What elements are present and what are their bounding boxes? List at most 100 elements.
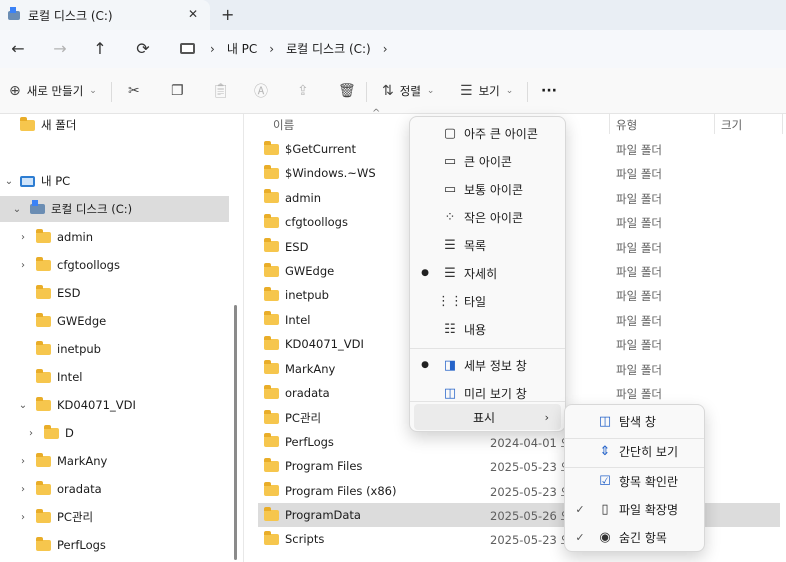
up-button[interactable]: ↑: [90, 39, 110, 59]
new-tab-button[interactable]: +: [221, 5, 234, 24]
sidebar-item-inetpub[interactable]: inetpub: [16, 336, 101, 362]
small-icons-icon: ⁘: [444, 209, 456, 225]
tab-title: 로컬 디스크 (C:): [28, 8, 113, 23]
show-submenu: ◫ 탐색 창 ⇕ 간단히 보기 ☑ 항목 확인란 ✓ ▯ 파일 확장명 ✓ ◉ …: [564, 404, 705, 552]
sidebar-item-kd04071-vdi[interactable]: ⌄ KD04071_VDI: [16, 392, 136, 418]
menu-item-tiles[interactable]: ⋮⋮ 타일: [414, 288, 561, 314]
folder-icon: [264, 311, 279, 326]
navigation-bar: ← → ↑ ⟳ › 내 PC › 로컬 디스크 (C:) ›: [0, 30, 786, 68]
chevron-right-icon[interactable]: ›: [16, 232, 30, 243]
chevron-right-icon[interactable]: ›: [16, 484, 30, 495]
rename-button[interactable]: Ⓐ: [254, 81, 268, 101]
menu-divider: [410, 401, 565, 402]
column-header-type[interactable]: 유형: [616, 114, 637, 136]
eye-icon: ◉: [599, 529, 611, 545]
chevron-right-icon[interactable]: ›: [16, 512, 30, 523]
menu-item-hidden-items[interactable]: ✓ ◉ 숨긴 항목: [569, 524, 700, 550]
sidebar-item-admin[interactable]: › admin: [16, 224, 93, 250]
forward-button[interactable]: →: [50, 39, 70, 59]
chevron-down-icon[interactable]: ⌄: [2, 176, 16, 187]
sort-icon: ⇅: [382, 83, 394, 99]
close-tab-icon[interactable]: ✕: [188, 7, 198, 21]
chevron-down-icon[interactable]: ⌄: [16, 400, 30, 411]
file-name: Program Files: [285, 459, 363, 474]
sort-button[interactable]: ⇅ 정렬 ⌄: [382, 81, 434, 101]
menu-item-large-icons[interactable]: ▭ 큰 아이콘: [414, 148, 561, 174]
menu-item-list[interactable]: ☰ 목록: [414, 232, 561, 258]
column-divider[interactable]: [782, 114, 783, 134]
folder-icon: [36, 228, 51, 243]
sidebar-item-d[interactable]: › D: [24, 420, 74, 446]
menu-item-preview-pane[interactable]: ◫ 미리 보기 창: [414, 380, 561, 406]
file-name: ProgramData: [285, 508, 361, 522]
breadcrumb-separator[interactable]: ›: [210, 42, 215, 56]
menu-item-details[interactable]: ● ☰ 자세히: [414, 260, 561, 286]
sidebar-item-label: MarkAny: [57, 454, 108, 468]
navigation-pane: 새 폴더 ⌄ 내 PC ⌄ 로컬 디스크 (C:) › admin › cfgtoo…: [0, 114, 244, 562]
menu-item-details-pane[interactable]: ● ◨ 세부 정보 창: [414, 352, 561, 378]
sort-ascending-icon: ^: [372, 108, 381, 119]
chevron-right-icon[interactable]: ›: [16, 456, 30, 467]
chevron-right-icon[interactable]: ›: [24, 428, 38, 439]
menu-item-item-checkboxes[interactable]: ☑ 항목 확인란: [569, 468, 700, 494]
column-header-size[interactable]: 크기: [721, 114, 742, 136]
file-date: 2025-05-23 오: [490, 484, 572, 499]
menu-item-label: 큰 아이콘: [464, 154, 512, 169]
menu-item-show[interactable]: 표시 ›: [414, 404, 561, 430]
sidebar-item-esd[interactable]: ESD: [16, 280, 80, 306]
file-type: 파일 폴더: [616, 338, 662, 353]
menu-item-label: 자세히: [464, 266, 498, 281]
sidebar-item-cfgtoollogs[interactable]: › cfgtoollogs: [16, 252, 120, 278]
sidebar-item-intel[interactable]: Intel: [16, 364, 82, 390]
breadcrumb-separator[interactable]: ›: [269, 42, 274, 56]
sidebar-item-label: ESD: [57, 286, 81, 300]
menu-item-label: 세부 정보 창: [464, 358, 527, 373]
sidebar-item-new-folder[interactable]: 새 폴더: [20, 112, 220, 138]
extra-large-icons-icon: ▢: [443, 125, 457, 141]
refresh-button[interactable]: ⟳: [133, 39, 153, 59]
menu-item-small-icons[interactable]: ⁘ 작은 아이콘: [414, 204, 561, 230]
sidebar-item-this-pc[interactable]: ⌄ 내 PC: [0, 168, 230, 194]
more-options-button[interactable]: ···: [541, 81, 557, 101]
menu-item-navigation-pane[interactable]: ◫ 탐색 창: [569, 408, 700, 434]
file-name-cell: inetpub: [264, 286, 329, 302]
active-tab[interactable]: 로컬 디스크 (C:) ✕: [0, 0, 210, 30]
sidebar-item-gwedge[interactable]: GWEdge: [16, 308, 106, 334]
breadcrumb-drive[interactable]: 로컬 디스크 (C:): [286, 40, 371, 57]
delete-button[interactable]: 🗑︎: [338, 81, 356, 101]
chevron-down-icon[interactable]: ⌄: [10, 204, 24, 215]
menu-item-medium-icons[interactable]: ▭ 보통 아이콘: [414, 176, 561, 202]
column-divider[interactable]: [714, 114, 715, 134]
breadcrumb-separator[interactable]: ›: [383, 42, 388, 56]
menu-item-file-extensions[interactable]: ✓ ▯ 파일 확장명: [569, 496, 700, 522]
menu-item-compact-view[interactable]: ⇕ 간단히 보기: [569, 438, 700, 464]
folder-icon: [264, 530, 279, 545]
new-button[interactable]: ⊕ 새로 만들기 ⌄: [9, 81, 97, 101]
column-divider[interactable]: [609, 114, 610, 134]
breadcrumb-this-pc[interactable]: 내 PC: [227, 40, 257, 57]
sidebar-item-drive[interactable]: ⌄ 로컬 디스크 (C:): [0, 196, 229, 222]
file-name: oradata: [285, 386, 330, 400]
column-header-name[interactable]: 이름: [273, 114, 294, 136]
sidebar-item-pc-management[interactable]: › PC관리: [16, 504, 93, 530]
paste-button[interactable]: 📋︎: [212, 81, 230, 101]
back-button[interactable]: ←: [8, 39, 28, 59]
view-button[interactable]: ☰ 보기 ⌄: [460, 81, 513, 101]
menu-item-content[interactable]: ☷ 내용: [414, 316, 561, 342]
trash-icon: 🗑︎: [338, 83, 356, 99]
sidebar-item-label: PerfLogs: [57, 538, 106, 552]
computer-icon[interactable]: [180, 43, 195, 54]
content-icon: ☷: [444, 321, 456, 337]
file-date: 2025-05-23 오: [490, 460, 572, 475]
cut-button[interactable]: ✂: [128, 81, 140, 101]
sidebar-scrollbar[interactable]: [234, 305, 237, 560]
sidebar-item-markany[interactable]: › MarkAny: [16, 448, 107, 474]
share-button[interactable]: ⇪: [297, 81, 309, 101]
sidebar-item-oradata[interactable]: › oradata: [16, 476, 102, 502]
menu-item-extra-large-icons[interactable]: ▢ 아주 큰 아이콘: [414, 120, 561, 146]
copy-button[interactable]: ❐: [171, 81, 184, 101]
sidebar-item-perflogs[interactable]: PerfLogs: [16, 532, 106, 558]
chevron-right-icon[interactable]: ›: [16, 260, 30, 271]
plus-circle-icon: ⊕: [9, 83, 21, 99]
file-name: MarkAny: [285, 361, 336, 376]
